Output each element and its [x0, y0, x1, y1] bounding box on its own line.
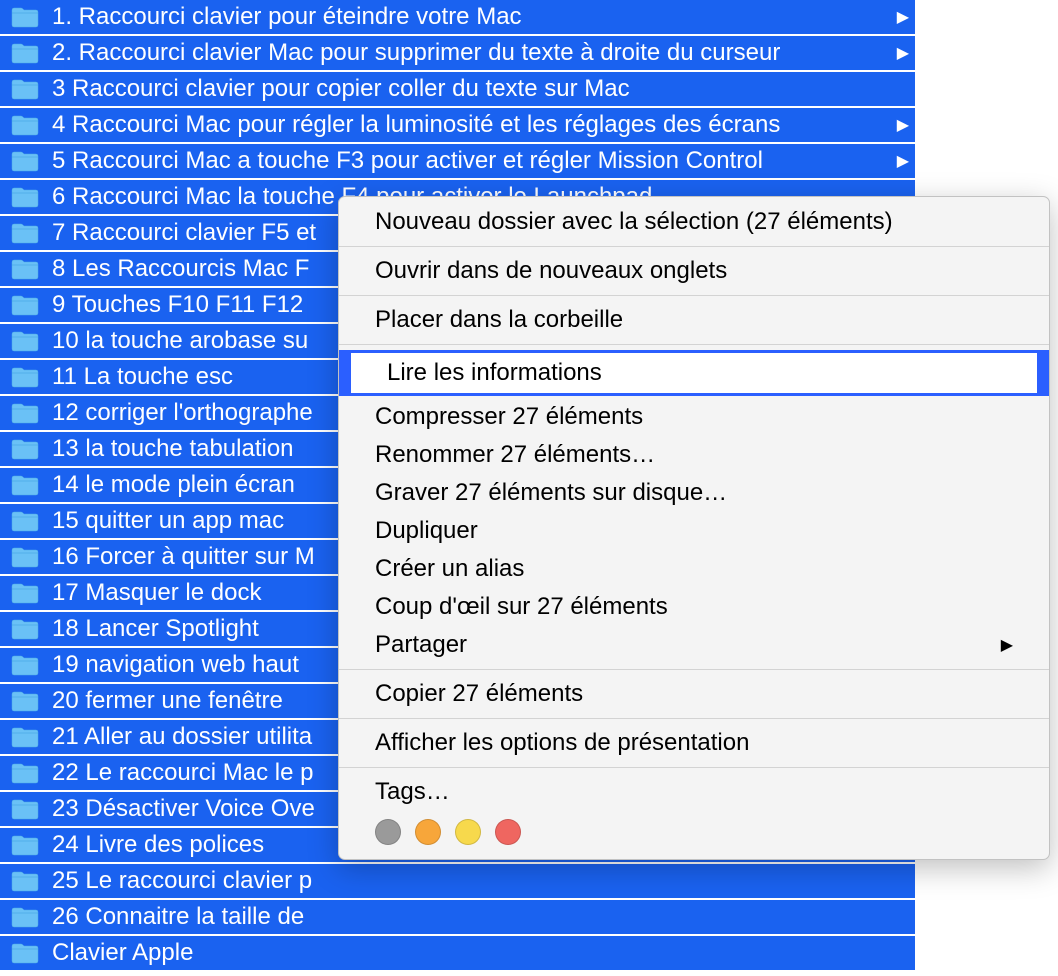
- list-item-label: 2. Raccourci clavier Mac pour supprimer …: [52, 39, 915, 67]
- list-item[interactable]: 2. Raccourci clavier Mac pour supprimer …: [0, 36, 915, 72]
- folder-icon: [10, 581, 40, 605]
- menu-item-label: Tags…: [375, 778, 450, 806]
- menu-item-label: Partager: [375, 631, 467, 659]
- menu-item-label: Créer un alias: [375, 555, 524, 583]
- menu-item[interactable]: Nouveau dossier avec la sélection (27 él…: [339, 203, 1049, 241]
- folder-icon: [10, 293, 40, 317]
- tag-circle[interactable]: [495, 819, 521, 845]
- folder-icon: [10, 401, 40, 425]
- tag-circle[interactable]: [455, 819, 481, 845]
- menu-item[interactable]: Ouvrir dans de nouveaux onglets: [339, 252, 1049, 290]
- menu-item-label: Dupliquer: [375, 517, 478, 545]
- menu-separator: [339, 246, 1049, 247]
- list-item-label: 1. Raccourci clavier pour éteindre votre…: [52, 3, 915, 31]
- menu-item[interactable]: Compresser 27 éléments: [339, 398, 1049, 436]
- tags-row: [339, 811, 1049, 849]
- menu-separator: [339, 669, 1049, 670]
- menu-item-label: Graver 27 éléments sur disque…: [375, 479, 727, 507]
- folder-icon: [10, 113, 40, 137]
- menu-separator: [339, 295, 1049, 296]
- chevron-right-icon: ▶: [897, 43, 909, 63]
- menu-item-label: Renommer 27 éléments…: [375, 441, 655, 469]
- list-item-label: 25 Le raccourci clavier p: [52, 867, 915, 895]
- folder-icon: [10, 221, 40, 245]
- list-item[interactable]: 4 Raccourci Mac pour régler la luminosit…: [0, 108, 915, 144]
- chevron-right-icon: ▶: [897, 151, 909, 171]
- menu-separator: [339, 344, 1049, 345]
- tag-circle[interactable]: [415, 819, 441, 845]
- list-item[interactable]: 1. Raccourci clavier pour éteindre votre…: [0, 0, 915, 36]
- menu-item-label: Ouvrir dans de nouveaux onglets: [375, 257, 727, 285]
- folder-icon: [10, 545, 40, 569]
- list-item[interactable]: 5 Raccourci Mac a touche F3 pour activer…: [0, 144, 915, 180]
- folder-icon: [10, 185, 40, 209]
- folder-icon: [10, 329, 40, 353]
- chevron-right-icon: ▶: [1001, 635, 1013, 655]
- menu-item-label: Lire les informations: [387, 359, 602, 387]
- chevron-right-icon: ▶: [897, 7, 909, 27]
- folder-icon: [10, 437, 40, 461]
- menu-item-label: Afficher les options de présentation: [375, 729, 749, 757]
- folder-icon: [10, 473, 40, 497]
- menu-item-label: Copier 27 éléments: [375, 680, 583, 708]
- menu-item[interactable]: Dupliquer: [339, 512, 1049, 550]
- folder-icon: [10, 761, 40, 785]
- folder-icon: [10, 617, 40, 641]
- list-item-label: 5 Raccourci Mac a touche F3 pour activer…: [52, 147, 915, 175]
- folder-icon: [10, 509, 40, 533]
- folder-icon: [10, 5, 40, 29]
- menu-item-label: Nouveau dossier avec la sélection (27 él…: [375, 208, 893, 236]
- menu-item[interactable]: Partager ▶: [339, 626, 1049, 664]
- folder-icon: [10, 653, 40, 677]
- menu-separator: [339, 718, 1049, 719]
- folder-icon: [10, 797, 40, 821]
- folder-icon: [10, 149, 40, 173]
- menu-item[interactable]: Créer un alias: [339, 550, 1049, 588]
- folder-icon: [10, 77, 40, 101]
- folder-icon: [10, 365, 40, 389]
- context-menu: Nouveau dossier avec la sélection (27 él…: [338, 196, 1050, 860]
- menu-item[interactable]: Copier 27 éléments: [339, 675, 1049, 713]
- menu-item[interactable]: Placer dans la corbeille: [339, 301, 1049, 339]
- tag-circle[interactable]: [375, 819, 401, 845]
- folder-icon: [10, 257, 40, 281]
- menu-item[interactable]: Coup d'œil sur 27 éléments: [339, 588, 1049, 626]
- list-item[interactable]: 25 Le raccourci clavier p: [0, 864, 915, 900]
- folder-icon: [10, 689, 40, 713]
- list-item[interactable]: 3 Raccourci clavier pour copier coller d…: [0, 72, 915, 108]
- menu-item[interactable]: Graver 27 éléments sur disque…: [339, 474, 1049, 512]
- list-item-label: 4 Raccourci Mac pour régler la luminosit…: [52, 111, 915, 139]
- folder-icon: [10, 905, 40, 929]
- folder-icon: [10, 941, 40, 965]
- folder-icon: [10, 869, 40, 893]
- menu-item-label: Compresser 27 éléments: [375, 403, 643, 431]
- chevron-right-icon: ▶: [897, 115, 909, 135]
- list-item-label: 3 Raccourci clavier pour copier coller d…: [52, 75, 915, 103]
- menu-separator: [339, 767, 1049, 768]
- folder-icon: [10, 833, 40, 857]
- list-item[interactable]: 26 Connaitre la taille de: [0, 900, 915, 936]
- menu-item[interactable]: Lire les informations: [351, 353, 1037, 393]
- list-item[interactable]: Clavier Apple: [0, 936, 915, 972]
- folder-icon: [10, 725, 40, 749]
- folder-icon: [10, 41, 40, 65]
- menu-item[interactable]: Afficher les options de présentation: [339, 724, 1049, 762]
- menu-item[interactable]: Renommer 27 éléments…: [339, 436, 1049, 474]
- menu-item[interactable]: Tags…: [339, 773, 1049, 811]
- menu-item-label: Placer dans la corbeille: [375, 306, 623, 334]
- list-item-label: Clavier Apple: [52, 939, 915, 967]
- list-item-label: 26 Connaitre la taille de: [52, 903, 915, 931]
- menu-item-label: Coup d'œil sur 27 éléments: [375, 593, 668, 621]
